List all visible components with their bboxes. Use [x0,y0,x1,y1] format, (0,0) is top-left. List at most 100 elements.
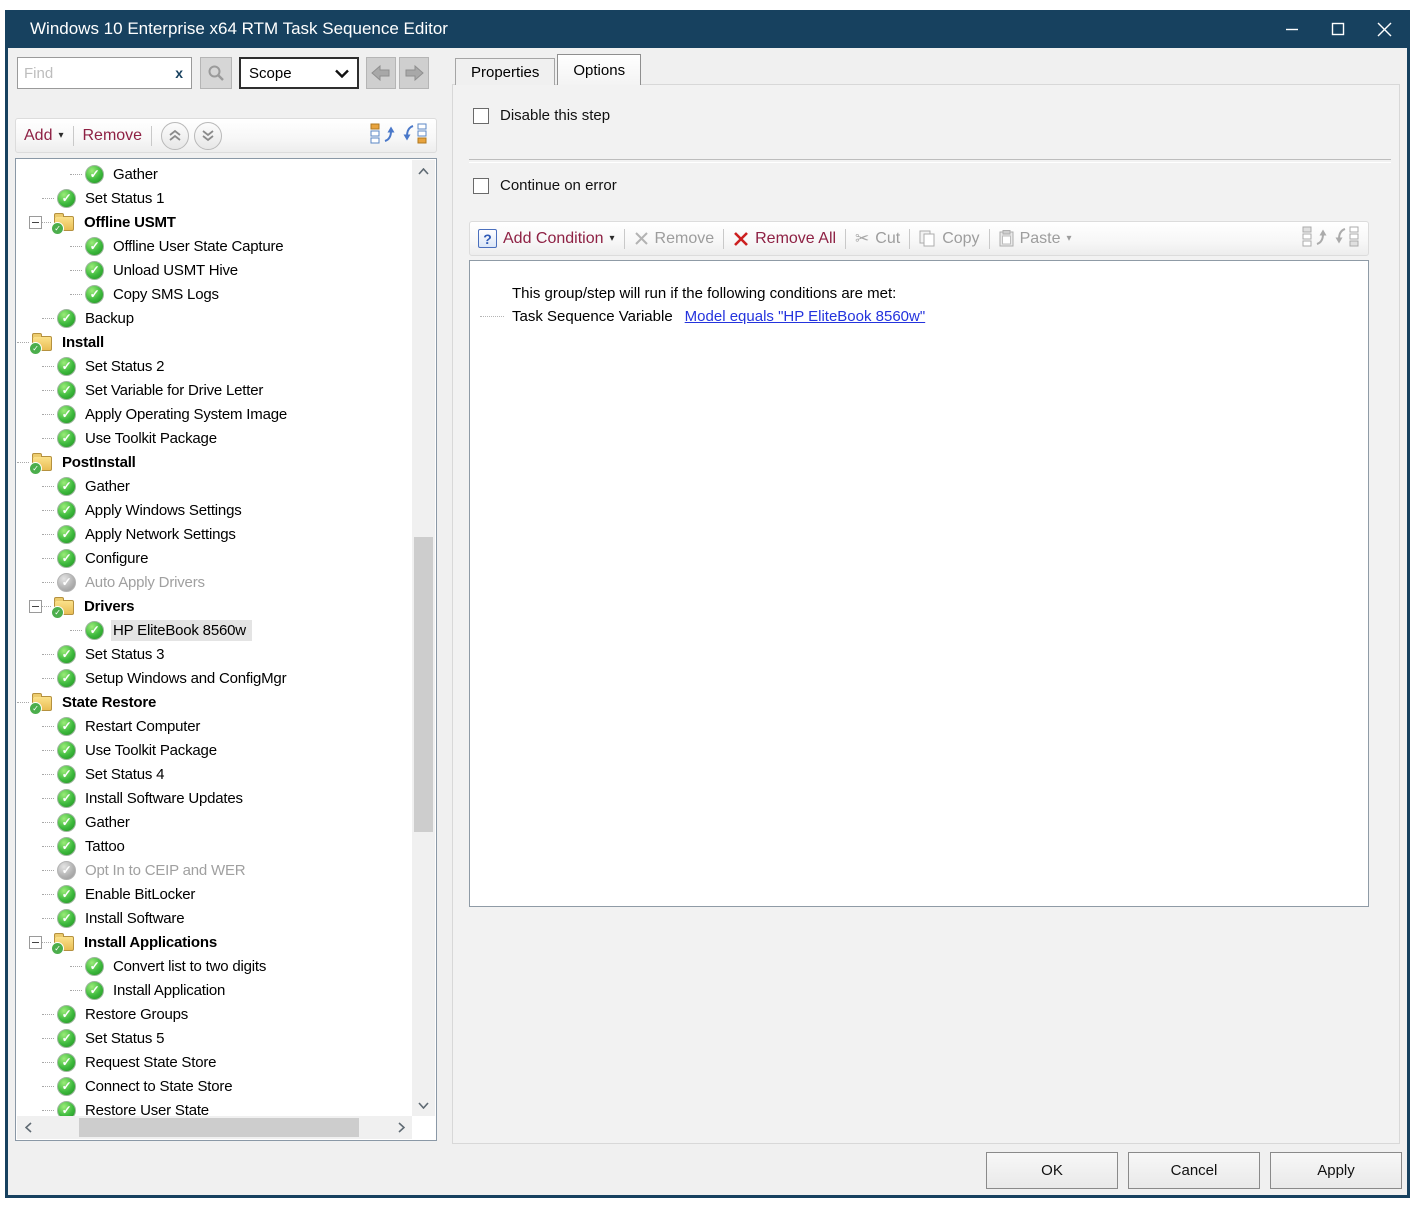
scope-dropdown[interactable]: Scope [239,57,359,89]
scroll-right-arrow[interactable] [390,1116,412,1139]
condition-link[interactable]: Model equals "HP EliteBook 8560w" [685,308,926,325]
tree-row[interactable]: Install Applications [17,930,412,954]
tree-row[interactable]: ✓Copy SMS Logs [17,282,412,306]
expander-minus-icon[interactable] [29,216,42,229]
tree-row[interactable]: ✓Offline User State Capture [17,234,412,258]
scrollbar-thumb[interactable] [79,1118,359,1137]
tree-row[interactable]: ✓Use Toolkit Package [17,426,412,450]
cancel-button[interactable]: Cancel [1128,1152,1260,1189]
move-item-down-button[interactable] [403,123,428,149]
step-success-icon: ✓ [57,525,76,544]
search-button[interactable] [200,57,232,89]
tree-row[interactable]: ✓Restore Groups [17,1002,412,1026]
tab-properties[interactable]: Properties [455,58,555,85]
tab-options[interactable]: Options [557,54,641,85]
scissors-icon: ✂ [855,229,869,249]
tree-horizontal-scrollbar[interactable] [17,1116,412,1139]
tree-row[interactable]: PostInstall [17,450,412,474]
tree-row[interactable]: ✓Configure [17,546,412,570]
move-item-up-button[interactable] [370,123,395,149]
close-button[interactable] [1361,10,1407,48]
tree-line [42,942,51,943]
scroll-down-arrow[interactable] [412,1094,435,1116]
tree-line [42,870,54,871]
tree-row[interactable]: ✓Unload USMT Hive [17,258,412,282]
navigate-back-button[interactable] [366,57,396,89]
folder-check-icon [54,600,74,615]
move-down-button[interactable] [194,122,222,150]
tree-row[interactable]: ✓Set Status 5 [17,1026,412,1050]
tree-row[interactable]: ✓Set Status 2 [17,354,412,378]
tree-row[interactable]: ✓Restart Computer [17,714,412,738]
tree-row[interactable]: ✓Apply Windows Settings [17,498,412,522]
copy-button[interactable]: Copy [919,230,979,248]
tree-row[interactable]: ✓Gather [17,162,412,186]
tree-row[interactable]: ✓Apply Operating System Image [17,402,412,426]
tree-row[interactable]: ✓Gather [17,810,412,834]
disable-step-checkbox[interactable] [473,108,489,124]
minimize-button[interactable] [1269,10,1315,48]
add-condition-button[interactable]: ? Add Condition ▾ [478,229,615,248]
tree-row[interactable]: ✓Tattoo [17,834,412,858]
tree-row[interactable]: ✓Install Application [17,978,412,1002]
tree-row-label: Set Status 4 [83,764,170,785]
find-clear-button[interactable]: x [167,65,191,81]
tree-row[interactable]: Offline USMT [17,210,412,234]
tree-row[interactable]: State Restore [17,690,412,714]
condition-item[interactable]: Task Sequence VariableModel equals "HP E… [480,308,1368,325]
tree-line [42,510,54,511]
tree-row[interactable]: ✓Convert list to two digits [17,954,412,978]
ok-button[interactable]: OK [986,1152,1118,1189]
tree-row[interactable]: ✓Restore User State [17,1098,412,1116]
tree-row[interactable]: ✓Auto Apply Drivers [17,570,412,594]
tree-row[interactable]: ✓Apply Network Settings [17,522,412,546]
condition-toolbar: ? Add Condition ▾ Remove Remove All ✂ [469,221,1369,256]
scroll-left-arrow[interactable] [17,1116,39,1139]
paste-icon [999,230,1014,247]
tree-row[interactable]: ✓Opt In to CEIP and WER [17,858,412,882]
tree-row-label: Opt In to CEIP and WER [83,860,251,881]
tree-line [17,342,29,343]
tree-row[interactable]: ✓Use Toolkit Package [17,738,412,762]
tree-row-label: Set Status 2 [83,356,170,377]
close-icon [1377,22,1392,37]
tree-line [42,198,54,199]
tree-row[interactable]: ✓Gather [17,474,412,498]
tree-row[interactable]: ✓Setup Windows and ConfigMgr [17,666,412,690]
tree-row[interactable]: ✓Set Variable for Drive Letter [17,378,412,402]
tree-row[interactable]: ✓HP EliteBook 8560w [17,618,412,642]
tree-row[interactable]: ✓Set Status 3 [17,642,412,666]
tree-row[interactable]: ✓Install Software [17,906,412,930]
tree-row[interactable]: ✓Set Status 1 [17,186,412,210]
tree-row[interactable]: ✓Set Status 4 [17,762,412,786]
continue-on-error-checkbox[interactable] [473,178,489,194]
move-condition-down-button[interactable] [1335,226,1360,252]
scrollbar-thumb[interactable] [414,537,433,832]
move-up-button[interactable] [161,122,189,150]
tree-row[interactable]: Install [17,330,412,354]
scroll-up-arrow[interactable] [412,160,435,182]
maximize-button[interactable] [1315,10,1361,48]
tree-row-label: Restart Computer [83,716,206,737]
tree-vertical-scrollbar[interactable] [412,160,435,1116]
paste-button[interactable]: Paste ▾ [999,230,1072,248]
step-success-icon: ✓ [57,1077,76,1096]
cut-button[interactable]: ✂ Cut [855,229,900,249]
tree-row[interactable]: ✓Backup [17,306,412,330]
expander-minus-icon[interactable] [29,600,42,613]
expander-minus-icon[interactable] [29,936,42,949]
tree-row[interactable]: ✓Enable BitLocker [17,882,412,906]
tree-row[interactable]: ✓Install Software Updates [17,786,412,810]
add-button[interactable]: Add ▾ [24,127,64,145]
navigate-forward-button[interactable] [399,57,429,89]
remove-all-conditions-button[interactable]: Remove All [733,230,836,248]
apply-button[interactable]: Apply [1270,1152,1402,1189]
tree-row[interactable]: ✓Request State Store [17,1050,412,1074]
move-condition-up-button[interactable] [1302,226,1327,252]
tree-row-label: Use Toolkit Package [83,428,223,449]
find-input[interactable] [18,65,167,82]
remove-condition-button[interactable]: Remove [634,230,715,248]
remove-button[interactable]: Remove [83,127,143,145]
tree-row[interactable]: ✓Connect to State Store [17,1074,412,1098]
tree-row[interactable]: Drivers [17,594,412,618]
